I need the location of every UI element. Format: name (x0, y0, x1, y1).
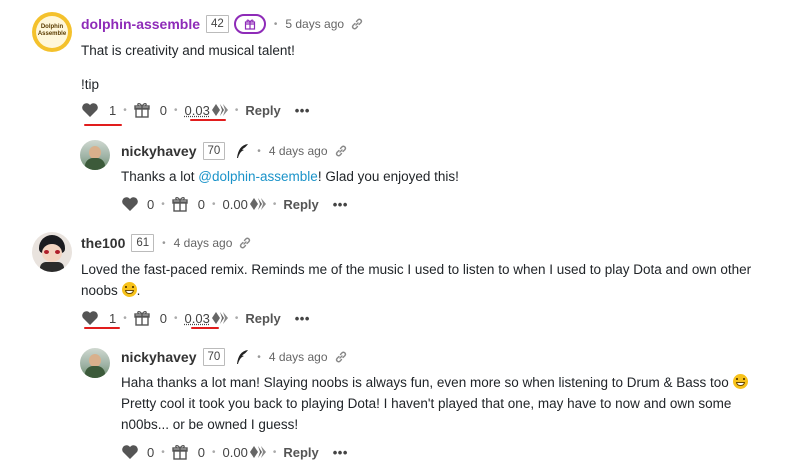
vote-count[interactable]: 1 (109, 311, 116, 326)
user-mention-link[interactable]: @dolphin-assemble (198, 169, 318, 184)
gift-icon[interactable] (134, 310, 150, 326)
gift-count: 0 (197, 196, 205, 212)
reply-button[interactable]: Reply (245, 103, 280, 118)
reputation-badge: 70 (202, 348, 226, 366)
link-icon[interactable] (334, 144, 348, 158)
reply-button[interactable]: Reply (245, 311, 280, 326)
comment-nickyhavey-reply: nickyhavey 70 • 4 days ago Haha thanks a… (0, 338, 812, 472)
gift-badge-icon (244, 18, 256, 30)
more-options-button[interactable]: ••• (295, 311, 310, 326)
link-icon[interactable] (334, 350, 348, 364)
timestamp[interactable]: 5 days ago (285, 17, 344, 31)
author-name[interactable]: dolphin-assemble (81, 16, 200, 32)
gift-icon[interactable] (134, 102, 150, 118)
gift-count: 0 (197, 444, 205, 460)
avatar[interactable] (32, 232, 72, 272)
reputation-badge: 42 (206, 15, 229, 33)
avatar[interactable] (80, 140, 110, 170)
heart-icon[interactable] (121, 196, 139, 212)
avatar[interactable]: Dolphin Assemble (32, 12, 72, 52)
payout-value[interactable]: 0.03 (185, 103, 210, 118)
comment-text: Pretty cool it took you back to playing … (121, 396, 732, 411)
hive-icon (211, 311, 228, 325)
feather-icon (235, 143, 249, 159)
vote-count[interactable]: 0 (147, 445, 154, 460)
payout-value[interactable]: 0.00 (223, 445, 248, 460)
avatar[interactable] (80, 348, 110, 378)
more-options-button[interactable]: ••• (333, 197, 348, 212)
author-name[interactable]: the100 (81, 235, 125, 251)
hive-icon (211, 103, 228, 117)
timestamp[interactable]: 4 days ago (269, 350, 328, 364)
comment-dolphin-assemble: Dolphin Assemble dolphin-assemble 42 • 5… (0, 0, 812, 130)
gift-count: 0 (159, 310, 167, 326)
avatar-logo-text: Dolphin Assemble (37, 24, 67, 37)
reputation-badge: 70 (202, 142, 226, 160)
heart-icon[interactable] (121, 444, 139, 460)
annotation-underline (190, 119, 226, 121)
gift-icon[interactable] (172, 196, 188, 212)
timestamp[interactable]: 4 days ago (174, 236, 233, 250)
comment-the100: the100 61 • 4 days ago Loved the fast-pa… (0, 226, 812, 336)
more-options-button[interactable]: ••• (333, 445, 348, 460)
grinning-emoji-icon (121, 282, 137, 297)
comment-text: noobs (81, 283, 118, 298)
grinning-emoji-icon (732, 374, 748, 389)
timestamp[interactable]: 4 days ago (269, 144, 328, 158)
annotation-underline (84, 327, 120, 329)
hive-icon (249, 197, 266, 211)
comment-text: Loved the fast-paced remix. Reminds me o… (81, 262, 752, 277)
reputation-badge: 61 (131, 234, 155, 252)
comment-text: Thanks a lot (121, 169, 199, 184)
payout-value[interactable]: 0.03 (185, 311, 210, 326)
gift-badge[interactable] (233, 14, 266, 34)
gift-count: 0 (159, 102, 167, 118)
comment-text: Haha thanks a lot man! Slaying noobs is … (121, 375, 729, 390)
annotation-underline (84, 124, 122, 126)
heart-icon[interactable] (81, 102, 99, 118)
feather-icon (235, 349, 249, 365)
reply-button[interactable]: Reply (283, 445, 318, 460)
payout-value[interactable]: 0.00 (223, 197, 248, 212)
link-icon[interactable] (238, 236, 252, 250)
heart-icon[interactable] (81, 310, 99, 326)
author-name[interactable]: nickyhavey (121, 143, 197, 159)
comment-nickyhavey-reply: nickyhavey 70 • 4 days ago Thanks a lot … (0, 130, 812, 220)
comment-text: ! Glad you enjoyed this! (317, 169, 459, 184)
annotation-underline (191, 327, 219, 329)
reply-button[interactable]: Reply (283, 197, 318, 212)
author-name[interactable]: nickyhavey (121, 349, 197, 365)
more-options-button[interactable]: ••• (295, 103, 310, 118)
vote-count[interactable]: 0 (147, 197, 154, 212)
gift-icon[interactable] (172, 444, 188, 460)
link-icon[interactable] (350, 17, 364, 31)
comment-text: That is creativity and musical talent! (81, 43, 295, 58)
vote-count[interactable]: 1 (109, 103, 116, 118)
hive-icon (249, 445, 266, 459)
comment-text: !tip (81, 77, 100, 92)
comment-text: n00bs... or be owned I guess! (121, 417, 299, 432)
